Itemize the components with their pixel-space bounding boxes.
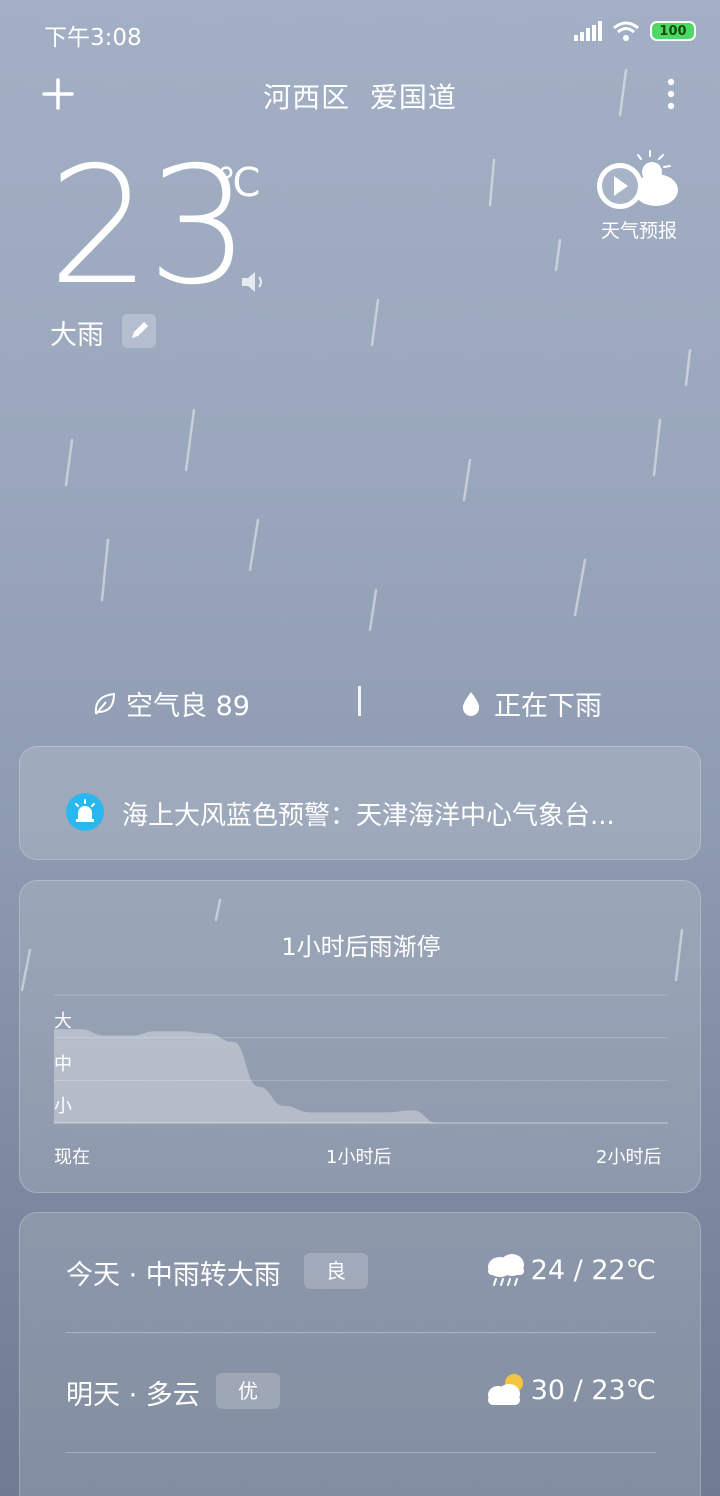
forecast-video-label: 天气预报 bbox=[600, 220, 677, 242]
wifi-icon bbox=[613, 21, 639, 41]
weather-alert-card[interactable]: 海上大风蓝色预警：天津海洋中心气象台... bbox=[19, 746, 701, 860]
summary-divider bbox=[358, 686, 361, 716]
raindrop-icon bbox=[462, 691, 480, 716]
battery-icon: 100 bbox=[650, 21, 696, 41]
daily-row[interactable]: 明天 · 多云 优 30 / 23℃ bbox=[20, 1333, 702, 1453]
partly-cloudy-icon bbox=[488, 1374, 523, 1405]
air-quality[interactable]: 空气良 89 bbox=[92, 684, 250, 723]
alarm-icon bbox=[66, 793, 104, 831]
aqi-badge: 优 bbox=[216, 1373, 280, 1409]
row-divider bbox=[66, 1452, 656, 1453]
precip-status-text: 正在下雨 bbox=[494, 691, 602, 722]
time-1h-label: 1小时后 bbox=[326, 1147, 392, 1168]
day-temperature: 24 / 22℃ bbox=[530, 1255, 656, 1286]
summary-row: 空气良 89 正在下雨 bbox=[0, 676, 720, 728]
speaker-icon[interactable] bbox=[240, 270, 268, 294]
status-time: 下午3:08 bbox=[44, 25, 142, 51]
time-2h-label: 2小时后 bbox=[596, 1147, 662, 1168]
current-condition: 大雨 bbox=[50, 320, 104, 351]
precip-area-series bbox=[54, 1029, 668, 1123]
precipitation-card: 1小时后雨渐停 大 中 小 现在 1小时后 2小时后 bbox=[19, 880, 701, 1193]
daily-forecast-card: 今天 · 中雨转大雨 良 24 / 22℃ 明天 · 多云 优 30 / 23℃ bbox=[19, 1212, 701, 1496]
temperature-unit: ℃ bbox=[216, 160, 261, 206]
pencil-icon bbox=[132, 322, 148, 338]
status-icons: 100 bbox=[574, 20, 696, 42]
level-heavy-label: 大 bbox=[54, 1011, 72, 1032]
day-label: 今天 · 中雨转大雨 bbox=[66, 1260, 281, 1291]
top-bar: 河西区 爱国道 bbox=[0, 64, 720, 124]
aqi-badge: 良 bbox=[304, 1253, 368, 1289]
alert-text: 海上大风蓝色预警：天津海洋中心气象台... bbox=[122, 801, 615, 831]
location-title[interactable]: 河西区 爱国道 bbox=[0, 76, 720, 116]
day-label: 明天 · 多云 bbox=[66, 1380, 200, 1411]
daily-row[interactable]: 今天 · 中雨转大雨 良 24 / 22℃ bbox=[20, 1213, 702, 1333]
air-quality-text: 空气良 89 bbox=[126, 691, 250, 722]
rain-icon bbox=[488, 1254, 524, 1286]
level-medium-label: 中 bbox=[54, 1054, 72, 1075]
status-bar: 下午3:08 100 bbox=[0, 0, 720, 64]
edit-button[interactable] bbox=[122, 314, 156, 348]
signal-icon bbox=[574, 21, 602, 41]
more-menu-icon[interactable] bbox=[666, 74, 686, 114]
day-temperature: 30 / 23℃ bbox=[530, 1375, 656, 1406]
level-light-label: 小 bbox=[54, 1096, 72, 1117]
precip-status[interactable]: 正在下雨 bbox=[460, 684, 602, 723]
weather-forecast-video-button[interactable]: 天气预报 bbox=[594, 150, 684, 245]
time-now-label: 现在 bbox=[54, 1147, 90, 1168]
leaf-icon bbox=[94, 692, 116, 715]
forecast-play-icon bbox=[597, 150, 678, 209]
